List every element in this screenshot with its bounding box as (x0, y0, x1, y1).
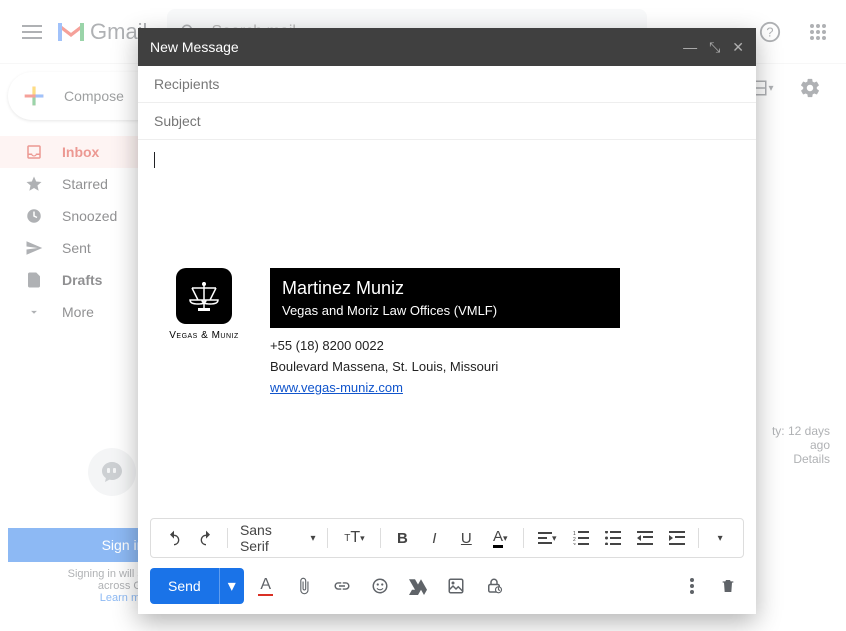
compose-titlebar[interactable]: New Message — ⤡ ✕ (138, 28, 756, 66)
recipients-field[interactable]: Recipients (138, 66, 756, 103)
drive-icon[interactable] (402, 570, 434, 602)
text-cursor (154, 152, 740, 168)
emoji-icon[interactable] (364, 570, 396, 602)
send-options-icon[interactable]: ▾ (220, 568, 244, 604)
compose-footer: Send ▾ A (138, 558, 756, 614)
signature-logo-icon (176, 268, 232, 324)
bullet-list-icon[interactable] (598, 523, 628, 553)
compose-window: New Message — ⤡ ✕ Recipients Vegas & Mun… (138, 28, 756, 614)
svg-text:3: 3 (573, 543, 576, 545)
image-icon[interactable] (440, 570, 472, 602)
signature-name: Martinez Muniz (282, 278, 608, 299)
more-options-icon[interactable] (676, 570, 708, 602)
subject-input[interactable] (154, 113, 740, 129)
compose-body[interactable]: Vegas & Muniz Martinez Muniz Vegas and M… (138, 140, 756, 518)
subject-field[interactable] (138, 103, 756, 140)
signature-address: Boulevard Massena, St. Louis, Missouri (270, 359, 740, 374)
redo-icon[interactable] (191, 523, 221, 553)
indent-more-icon[interactable] (662, 523, 692, 553)
numbered-list-icon[interactable]: 123 (566, 523, 596, 553)
underline-icon[interactable]: U (451, 523, 481, 553)
indent-less-icon[interactable] (630, 523, 660, 553)
font-size-icon[interactable]: TT▾ (334, 523, 374, 553)
format-toolbar: Sans Serif▾ TT▾ B I U A▾ ▾ 123 ▾ (150, 518, 744, 558)
attach-icon[interactable] (288, 570, 320, 602)
undo-icon[interactable] (159, 523, 189, 553)
more-format-icon[interactable]: ▾ (705, 523, 735, 553)
text-color-icon[interactable]: A▾ (483, 523, 517, 553)
minimize-icon[interactable]: — (683, 39, 697, 56)
italic-icon[interactable]: I (419, 523, 449, 553)
close-icon[interactable]: ✕ (732, 39, 744, 56)
signature-logo-caption: Vegas & Muniz (154, 330, 254, 341)
confidential-icon[interactable] (478, 570, 510, 602)
bold-icon[interactable]: B (387, 523, 417, 553)
signature-phone: +55 (18) 8200 0022 (270, 338, 740, 353)
trash-icon[interactable] (712, 570, 744, 602)
link-icon[interactable] (326, 570, 358, 602)
font-family-select[interactable]: Sans Serif▾ (234, 522, 322, 554)
compose-title: New Message (150, 39, 239, 55)
email-signature: Vegas & Muniz Martinez Muniz Vegas and M… (154, 268, 740, 395)
align-icon[interactable]: ▾ (530, 523, 564, 553)
formatting-toggle-icon[interactable]: A (250, 570, 282, 602)
expand-icon[interactable]: ⤡ (709, 39, 720, 56)
signature-website-link[interactable]: www.vegas-muniz.com (270, 380, 403, 395)
send-button[interactable]: Send ▾ (150, 568, 244, 604)
signature-company: Vegas and Moriz Law Offices (VMLF) (282, 303, 608, 318)
